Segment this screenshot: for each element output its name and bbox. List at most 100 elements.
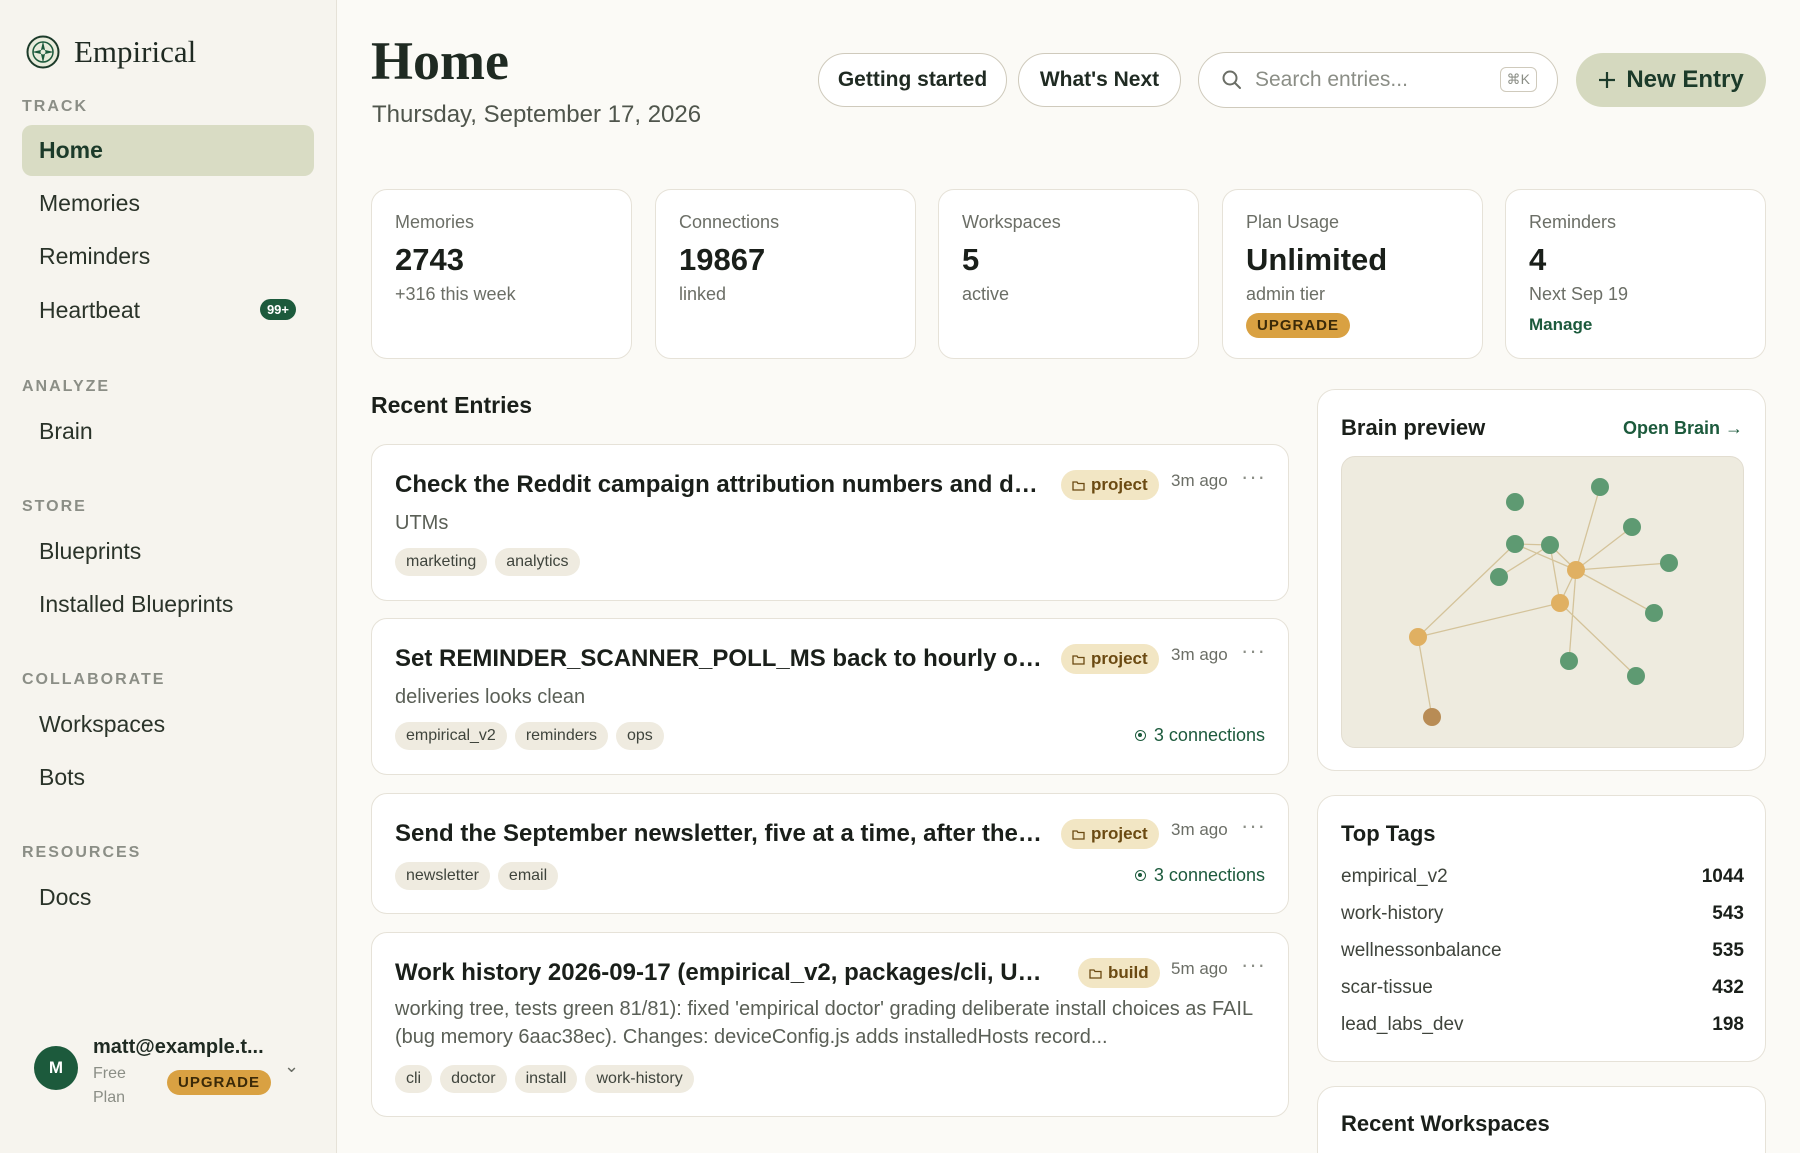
empirical-logo-icon xyxy=(26,35,60,69)
entry-kind-label: project xyxy=(1091,475,1148,494)
more-options-icon[interactable]: ··· xyxy=(1241,952,1266,978)
tag-chip[interactable]: marketing xyxy=(395,548,488,576)
stat-label: Workspaces xyxy=(962,212,1061,232)
new-entry-button[interactable]: New Entry xyxy=(1576,53,1766,107)
sidebar-item-home[interactable]: Home xyxy=(22,125,314,176)
top-tag-name: empirical_v2 xyxy=(1341,866,1448,887)
entry-tags: marketing analytics xyxy=(395,548,580,576)
tag-chip[interactable]: newsletter xyxy=(395,862,490,890)
more-options-icon[interactable]: ··· xyxy=(1241,638,1266,664)
more-options-icon[interactable]: ··· xyxy=(1241,464,1266,490)
sidebar-item-reminders[interactable]: Reminders xyxy=(22,231,314,282)
manage-reminders-link[interactable]: Manage xyxy=(1529,315,1592,335)
getting-started-button[interactable]: Getting started xyxy=(818,53,1007,107)
top-tag-row[interactable]: work-history 543 xyxy=(1341,903,1744,925)
brain-graph-canvas[interactable] xyxy=(1342,457,1745,749)
entry-time: 3m ago xyxy=(1171,820,1228,839)
stat-label: Reminders xyxy=(1529,212,1617,232)
connections-label: 3 connections xyxy=(1153,725,1265,745)
entry-tags: cli doctor install work-history xyxy=(395,1065,694,1093)
tag-chip[interactable]: cli xyxy=(395,1065,433,1093)
entry-title[interactable]: Send the September newsletter, five at a… xyxy=(395,820,1045,848)
stat-card-workspaces[interactable]: Workspaces 5 active xyxy=(938,189,1199,359)
entry-connections-link[interactable]: 3 connections xyxy=(1134,725,1265,746)
tag-chip[interactable]: doctor xyxy=(440,1065,507,1093)
plus-icon xyxy=(1599,72,1616,88)
top-tag-row[interactable]: lead_labs_dev 198 xyxy=(1341,1014,1744,1036)
sidebar-item-installed-blueprints[interactable]: Installed Blueprints xyxy=(22,579,314,630)
more-options-icon[interactable]: ··· xyxy=(1241,813,1266,839)
tag-chip[interactable]: ops xyxy=(615,722,664,750)
brand[interactable]: Empirical xyxy=(26,34,196,70)
sidebar-item-label: Reminders xyxy=(39,243,151,269)
tag-chip[interactable]: work-history xyxy=(585,1065,694,1093)
top-tags-panel: Top Tags empirical_v2 1044 work-history … xyxy=(1317,795,1766,1062)
top-tag-row[interactable]: empirical_v2 1044 xyxy=(1341,866,1744,888)
entry-kind-badge: project xyxy=(1061,470,1159,500)
entry-card[interactable]: Set REMINDER_SCANNER_POLL_MS back to hou… xyxy=(371,618,1289,775)
plan-upgrade-button[interactable]: UPGRADE xyxy=(1246,313,1351,338)
stat-card-memories[interactable]: Memories 2743 +316 this week xyxy=(371,189,632,359)
entry-kind-badge: project xyxy=(1061,644,1159,674)
whats-next-button[interactable]: What's Next xyxy=(1018,53,1181,107)
stat-value: 2743 xyxy=(395,242,464,277)
connections-label: 3 connections xyxy=(1153,865,1265,885)
sidebar-item-bots[interactable]: Bots xyxy=(22,752,314,803)
entry-card[interactable]: Send the September newsletter, five at a… xyxy=(371,793,1289,914)
entry-title[interactable]: Set REMINDER_SCANNER_POLL_MS back to hou… xyxy=(395,645,1045,673)
stat-sub: admin tier xyxy=(1246,284,1326,304)
entry-kind-label: project xyxy=(1091,824,1148,843)
recent-workspaces-panel: Recent Workspaces xyxy=(1317,1086,1766,1153)
sidebar-item-heartbeat[interactable]: Heartbeat 99+ xyxy=(22,285,314,336)
brain-graph[interactable] xyxy=(1341,456,1744,748)
top-tag-name: scar-tissue xyxy=(1341,977,1433,998)
sidebar-upgrade-button[interactable]: UPGRADE xyxy=(167,1070,272,1095)
connections-icon xyxy=(1134,870,1146,881)
open-brain-link[interactable]: Open Brain → xyxy=(1623,418,1743,439)
folder-icon xyxy=(1089,968,1102,979)
sidebar-item-blueprints[interactable]: Blueprints xyxy=(22,526,314,577)
entry-kind-label: project xyxy=(1091,649,1148,668)
top-tag-row[interactable]: scar-tissue 432 xyxy=(1341,977,1744,999)
tag-chip[interactable]: install xyxy=(514,1065,578,1093)
stat-card-connections[interactable]: Connections 19867 linked xyxy=(655,189,916,359)
user-account-menu[interactable]: M matt@example.t... Free Plan UPGRADE ⌄ xyxy=(34,1036,304,1116)
chevron-down-icon[interactable]: ⌄ xyxy=(284,1056,299,1077)
tag-chip[interactable]: analytics xyxy=(495,548,580,576)
stat-label: Memories xyxy=(395,212,475,232)
tag-chip[interactable]: email xyxy=(497,862,559,890)
recent-entries-title: Recent Entries xyxy=(371,392,533,418)
entry-description: UTMs xyxy=(395,512,449,534)
entry-card[interactable]: Check the Reddit campaign attribution nu… xyxy=(371,444,1289,601)
entry-connections-link[interactable]: 3 connections xyxy=(1134,865,1265,886)
tag-chip[interactable]: reminders xyxy=(514,722,608,750)
sidebar-item-docs[interactable]: Docs xyxy=(22,872,314,923)
user-plan-line1: Free xyxy=(93,1065,126,1082)
sidebar-item-label: Docs xyxy=(39,884,92,910)
top-tag-count: 543 xyxy=(1712,903,1744,924)
top-tags-title: Top Tags xyxy=(1341,821,1436,846)
sidebar-item-label: Bots xyxy=(39,764,86,790)
entry-card[interactable]: Work history 2026-09-17 (empirical_v2, p… xyxy=(371,932,1289,1117)
stat-sub: linked xyxy=(679,284,727,304)
new-entry-label: New Entry xyxy=(1626,66,1744,93)
section-track-label: TRACK xyxy=(22,98,88,115)
sidebar-item-brain[interactable]: Brain xyxy=(22,406,314,457)
sidebar-item-label: Home xyxy=(39,137,103,163)
page-date: Thursday, September 17, 2026 xyxy=(372,101,702,128)
sidebar-item-memories[interactable]: Memories xyxy=(22,178,314,229)
heartbeat-count-badge: 99+ xyxy=(259,299,296,320)
search-input[interactable] xyxy=(1255,68,1485,92)
top-tag-name: work-history xyxy=(1341,903,1444,924)
entry-tags: empirical_v2 reminders ops xyxy=(395,722,664,750)
sidebar-item-workspaces[interactable]: Workspaces xyxy=(22,699,314,750)
top-tag-row[interactable]: wellnessonbalance 535 xyxy=(1341,940,1744,962)
page-title: Home xyxy=(371,31,509,91)
entry-kind-badge: build xyxy=(1078,958,1160,988)
search-bar[interactable]: ⌘K xyxy=(1198,52,1558,108)
entry-title[interactable]: Work history 2026-09-17 (empirical_v2, p… xyxy=(395,959,1055,987)
tag-chip[interactable]: empirical_v2 xyxy=(395,722,507,750)
stat-card-reminders[interactable]: Reminders 4 Next Sep 19 Manage xyxy=(1505,189,1766,359)
entry-title[interactable]: Check the Reddit campaign attribution nu… xyxy=(395,471,1045,499)
stat-card-plan-usage[interactable]: Plan Usage Unlimited admin tier UPGRADE xyxy=(1222,189,1483,359)
